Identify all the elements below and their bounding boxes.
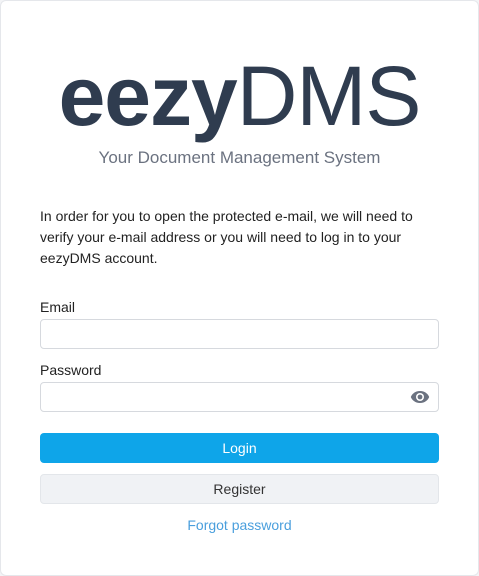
password-label: Password [40,362,102,378]
password-field[interactable] [41,383,438,411]
logo-bold-text: eezy [58,49,238,143]
tagline: Your Document Management System [98,148,381,167]
app-logo: eezyDMS [1,51,478,141]
logo-light-text: DMS [236,49,422,143]
password-field-wrapper [40,382,439,412]
email-field[interactable] [41,320,438,348]
register-button[interactable]: Register [40,474,439,504]
email-field-wrapper [40,319,439,349]
login-button[interactable]: Login [40,433,439,463]
login-card: eezyDMS Your Document Management System … [0,0,479,576]
email-label: Email [40,299,76,315]
intro-text: In order for you to open the protected e… [40,208,413,266]
forgot-password-link[interactable]: Forgot password [1,517,478,533]
eye-icon[interactable] [410,390,430,404]
